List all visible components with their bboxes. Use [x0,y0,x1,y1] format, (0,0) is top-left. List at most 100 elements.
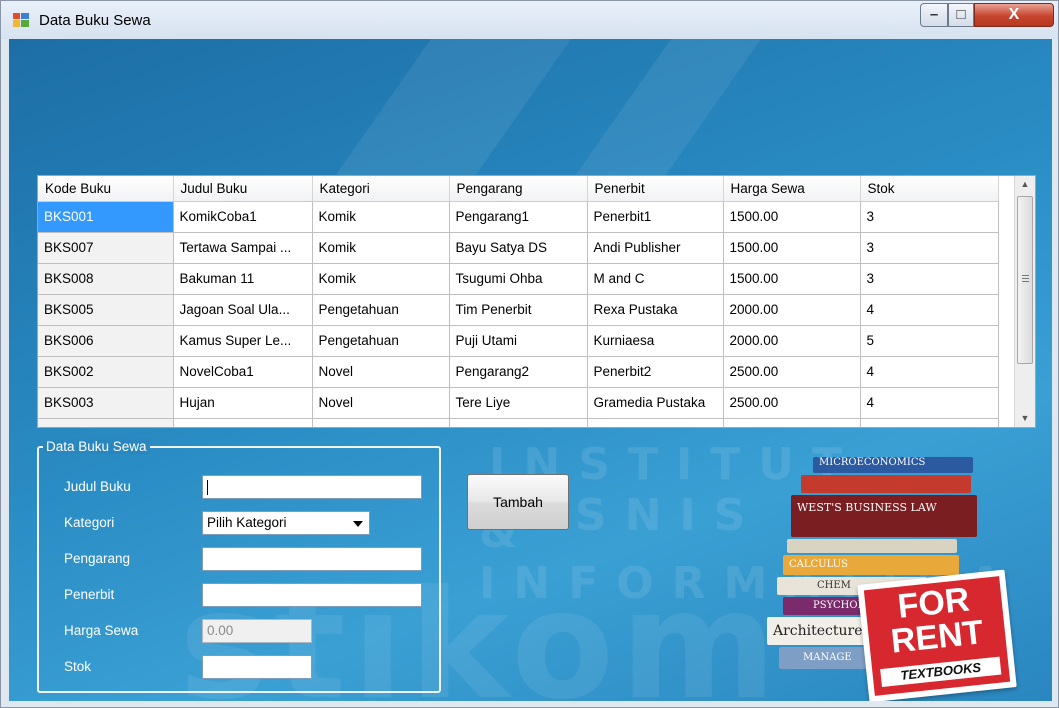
table-cell[interactable]: 3 [860,201,999,233]
table-cell[interactable]: Novel [312,418,450,427]
table-cell[interactable]: BKS003 [38,387,174,419]
pengarang-input[interactable] [202,547,422,571]
table-cell[interactable]: 4 [860,294,999,326]
column-header[interactable]: Kategori [312,176,450,202]
table-cell[interactable]: Penerbit3 [587,418,724,427]
penerbit-input[interactable] [202,583,422,607]
table-cell[interactable]: 1500.00 [723,232,861,264]
table-cell[interactable]: 4 [860,387,999,419]
table-cell[interactable]: Tim Penerbit [449,294,588,326]
table-cell[interactable]: Novel [312,387,450,419]
table-cell[interactable]: 4 [860,418,999,427]
table-cell[interactable]: Novel [312,356,450,388]
column-header[interactable]: Pengarang [449,176,588,202]
table-cell[interactable]: BKS004 [38,418,174,427]
maximize-icon: □ [956,6,966,23]
minimize-button[interactable]: – [920,3,948,27]
sign-line-textbooks: TEXTBOOKS [880,656,1002,688]
close-button[interactable]: X [974,3,1054,27]
title-bar[interactable]: Data Buku Sewa – □ X [1,1,1058,39]
table-cell[interactable]: 1500.00 [723,263,861,295]
table-cell[interactable]: Tertawa Sampai ... [173,232,313,264]
table-cell[interactable]: Tere Liye [449,387,588,419]
table-cell[interactable]: Hujan [173,387,313,419]
table-cell[interactable]: BKS007 [38,232,174,264]
grid-vertical-scrollbar[interactable]: ▲ ▼ [1014,176,1035,427]
table-cell[interactable]: Komik [312,232,450,264]
table-cell[interactable]: 3 [860,263,999,295]
table-cell[interactable]: BKS005 [38,294,174,326]
table-cell[interactable]: Kurniaesa [587,325,724,357]
scroll-thumb[interactable] [1017,196,1033,364]
column-header[interactable]: Kode Buku [38,176,174,202]
table-cell[interactable]: Pengetahuan [312,325,450,357]
tambah-button[interactable]: Tambah [467,474,569,530]
kategori-label: Kategori [64,515,115,530]
table-cell[interactable]: 2500.00 [723,418,861,427]
column-header[interactable]: Penerbit [587,176,724,202]
table-row[interactable]: BKS008 Bakuman 11 Komik Tsugumi Ohba M and C… [38,263,999,295]
column-header[interactable]: Judul Buku [173,176,313,202]
table-row[interactable]: BKS002 NovelCoba1 Novel Pengarang2 Penerbit2… [38,356,999,388]
table-cell[interactable]: BKS001 [38,201,174,233]
table-cell[interactable]: Rexa Pustaka [587,294,724,326]
table-row[interactable]: BKS001 KomikCoba1 Komik Pengarang1 Penerbit1… [38,201,999,233]
table-cell[interactable]: Gramedia Pustaka [587,387,724,419]
table-cell[interactable]: Andi Publisher [587,232,724,264]
stok-input[interactable] [202,655,312,679]
table-cell[interactable]: 2500.00 [723,356,861,388]
table-cell[interactable]: BKS008 [38,263,174,295]
judul-buku-input[interactable] [202,475,422,499]
table-cell[interactable]: 4 [860,356,999,388]
table-cell[interactable]: M and C [587,263,724,295]
table-cell[interactable]: Pengarang1 [449,201,588,233]
table-cell[interactable]: Pengetahuan [312,294,450,326]
table-cell[interactable]: Pengarang3 [173,418,313,427]
table-row[interactable]: BKS007 Tertawa Sampai ... Komik Bayu Satya … [38,232,999,264]
book-spine [787,539,957,553]
table-row[interactable]: BKS005 Jagoan Soal Ula... Pengetahuan Tim P… [38,294,999,326]
books-table: Kode Buku Judul Buku Kategori Pengarang Pene… [38,176,999,427]
for-rent-sign: FOR RENT TEXTBOOKS [857,569,1017,701]
table-cell[interactable]: 2500.00 [723,387,861,419]
data-buku-sewa-group: Data Buku Sewa Judul Buku Kategori Pilih… [37,439,441,693]
table-cell[interactable]: 5 [860,325,999,357]
harga-sewa-label: Harga Sewa [64,623,139,638]
table-row[interactable]: BKS006 Kamus Super Le... Pengetahuan Puji U… [38,325,999,357]
scroll-down-icon[interactable]: ▼ [1015,410,1035,427]
books-datagrid[interactable]: Kode Buku Judul Buku Kategori Pengarang Pene… [37,175,1036,428]
scroll-up-icon[interactable]: ▲ [1015,176,1035,193]
table-cell[interactable]: Pengarang3 [449,418,588,427]
table-row[interactable]: BKS003 Hujan Novel Tere Liye Gramedia Pustak… [38,387,999,419]
table-cell[interactable]: Penerbit1 [587,201,724,233]
column-header[interactable]: Stok [860,176,999,202]
kategori-select[interactable]: Pilih Kategori [202,511,370,535]
table-row[interactable]: BKS004Pengarang3NovelPengarang3Penerbit3… [38,418,999,427]
table-cell[interactable]: Bakuman 11 [173,263,313,295]
table-cell[interactable]: BKS002 [38,356,174,388]
table-cell[interactable]: Kamus Super Le... [173,325,313,357]
table-cell[interactable]: Penerbit2 [587,356,724,388]
table-cell[interactable]: Jagoan Soal Ula... [173,294,313,326]
book-spine [801,475,971,493]
table-cell[interactable]: Bayu Satya DS [449,232,588,264]
maximize-button[interactable]: □ [948,3,974,27]
group-title: Data Buku Sewa [43,439,150,454]
book-spine: CALCULUS [783,555,959,575]
column-header[interactable]: Harga Sewa [723,176,861,202]
table-cell[interactable]: 2000.00 [723,294,861,326]
table-cell[interactable]: Tsugumi Ohba [449,263,588,295]
table-cell[interactable]: KomikCoba1 [173,201,313,233]
app-icon [13,13,29,27]
table-cell[interactable]: 2000.00 [723,325,861,357]
book-spine: WEST'S BUSINESS LAW [791,495,977,537]
table-cell[interactable]: 3 [860,232,999,264]
table-cell[interactable]: Puji Utami [449,325,588,357]
table-cell[interactable]: 1500.00 [723,201,861,233]
table-cell[interactable]: NovelCoba1 [173,356,313,388]
table-cell[interactable]: Komik [312,201,450,233]
sign-face: FOR RENT TEXTBOOKS [863,576,1011,696]
table-cell[interactable]: BKS006 [38,325,174,357]
table-cell[interactable]: Pengarang2 [449,356,588,388]
table-cell[interactable]: Komik [312,263,450,295]
